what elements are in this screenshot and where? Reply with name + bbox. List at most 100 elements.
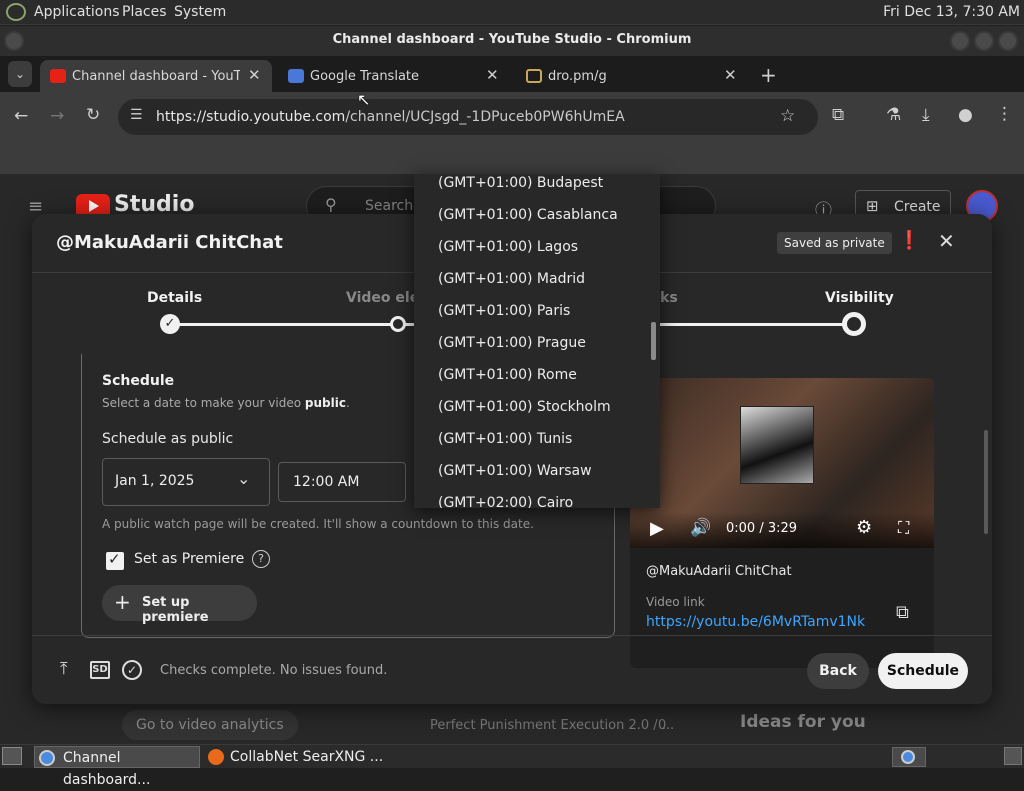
schedule-desc-bold: public [304, 396, 346, 410]
plus-icon: + [114, 590, 131, 614]
menu-places[interactable]: Places [122, 4, 167, 20]
schedule-heading: Schedule [102, 373, 175, 389]
checkmark-icon: ✓ [108, 550, 121, 568]
step-video-elements-dot[interactable] [390, 316, 406, 332]
bookmark-star-icon[interactable]: ☆ [780, 106, 795, 126]
site-info-icon[interactable]: ☰ [130, 107, 143, 123]
recent-video-title[interactable]: Perfect Punishment Execution 2.0 / ... [430, 718, 674, 733]
video-time: 0:00 / 3:29 [726, 521, 798, 536]
recent-video-count: 0 [658, 718, 667, 733]
translate-favicon-icon [288, 69, 304, 83]
close-tab-icon[interactable]: ✕ [248, 66, 261, 84]
tab-google-translate[interactable]: Google Translate ✕ [278, 60, 510, 92]
video-link[interactable]: https://youtu.be/6MvRTamv1Nk [646, 614, 865, 630]
profile-icon[interactable]: ● [958, 105, 973, 125]
chevron-down-icon: ⌄ [237, 469, 251, 488]
back-button[interactable]: Back [807, 653, 869, 689]
step-details-check-icon[interactable]: ✓ [160, 314, 180, 334]
url-text[interactable]: https://studio.youtube.com/channel/UCJsg… [156, 109, 625, 125]
step-visibility[interactable]: Visibility [825, 290, 894, 306]
feedback-icon[interactable]: ❗ [898, 230, 920, 251]
clock[interactable]: Fri Dec 13, 7:30 AM [883, 4, 1020, 20]
workspace-switcher[interactable] [892, 747, 926, 767]
minimize-icon[interactable] [950, 31, 970, 51]
schedule-note: A public watch page will be created. It'… [102, 517, 534, 531]
reload-icon[interactable]: ↻ [86, 105, 100, 125]
set-up-premiere-label: Set up premiere [142, 595, 209, 625]
schedule-button[interactable]: Schedule [878, 653, 968, 689]
date-select[interactable]: Jan 1, 2025 ⌄ [102, 458, 270, 506]
address-bar[interactable]: ☰ https://studio.youtube.com/channel/UCJ… [118, 99, 818, 135]
timezone-option[interactable]: (GMT+01:00) Lagos [438, 239, 578, 255]
timezone-option[interactable]: (GMT+01:00) Stockholm [438, 399, 611, 415]
task-channel-dashboard[interactable]: Channel dashboard... [34, 746, 200, 788]
timezone-option[interactable]: (GMT+01:00) Madrid [438, 271, 585, 287]
forward-arrow-icon[interactable]: → [50, 106, 64, 126]
tab-title: Google Translate [310, 69, 420, 84]
timezone-option[interactable]: (GMT+01:00) Rome [438, 367, 577, 383]
timezone-option[interactable]: (GMT+01:00) Paris [438, 303, 570, 319]
new-tab-icon[interactable]: + [760, 63, 777, 87]
timezone-dropdown[interactable]: (GMT+01:00) Budapest (GMT+01:00) Casabla… [414, 174, 660, 508]
set-up-premiere-button[interactable]: + Set up premiere [102, 585, 257, 625]
premiere-checkbox[interactable]: ✓ [106, 550, 124, 570]
labs-flask-icon[interactable]: ⚗ [886, 105, 901, 125]
close-tab-icon[interactable]: ✕ [486, 66, 499, 84]
video-analytics-link[interactable]: Go to video analytics [122, 710, 298, 740]
dropdown-scrollbar-thumb[interactable] [651, 322, 656, 360]
checks-complete-icon[interactable]: ✓ [122, 660, 142, 680]
timezone-option[interactable]: (GMT+01:00) Tunis [438, 431, 572, 447]
video-link-label: Video link [646, 595, 705, 609]
close-dialog-icon[interactable]: ✕ [938, 229, 955, 253]
show-desktop-icon[interactable] [2, 747, 22, 765]
play-icon[interactable]: ▶ [650, 518, 664, 539]
dashboard-bottom-strip: Go to video analytics Perfect Punishment… [0, 704, 1024, 744]
tab-title: Channel dashboard - YouTube Studio [72, 69, 240, 84]
task-collabnet-searxng[interactable]: CollabNet SearXNG ... [204, 746, 384, 768]
download-icon[interactable]: ⤓ [922, 105, 930, 125]
chromium-icon [901, 750, 915, 764]
applications-logo-icon[interactable] [6, 3, 26, 21]
settings-gear-icon[interactable]: ⚙ [856, 517, 872, 538]
dialog-scrollbar[interactable] [984, 430, 988, 534]
time-input[interactable]: 12:00 AM [278, 462, 406, 502]
fullscreen-icon[interactable]: ⛶ [898, 518, 909, 538]
timezone-option[interactable]: (GMT+01:00) Prague [438, 335, 586, 351]
step-details[interactable]: Details [147, 290, 202, 306]
browser-menu-icon[interactable]: ⋮ [996, 104, 1013, 124]
top-panel: Applications Places System Fri Dec 13, 7… [0, 0, 1024, 25]
extensions-icon[interactable]: ⧉ [832, 105, 844, 125]
video-channel-name: @MakuAdarii ChitChat [646, 564, 792, 579]
window-menu-icon[interactable] [4, 31, 24, 51]
menu-applications[interactable]: Applications [34, 4, 120, 20]
checks-status: Checks complete. No issues found. [160, 663, 388, 678]
tab-search-chevron-icon[interactable]: ⌄ [8, 61, 32, 87]
premiere-help-icon[interactable]: ? [252, 550, 270, 568]
back-arrow-icon[interactable]: ← [14, 106, 28, 126]
timezone-option[interactable]: (GMT+02:00) Cairo [438, 495, 573, 508]
timezone-option[interactable]: (GMT+01:00) Budapest [438, 175, 603, 191]
ideas-heading: Ideas for you [740, 712, 866, 732]
tab-dro-pm[interactable]: dro.pm/g ✕ [516, 60, 748, 92]
task-title: CollabNet SearXNG ... [230, 749, 384, 765]
schedule-desc-suffix: . [345, 396, 350, 410]
close-window-icon[interactable] [998, 31, 1018, 51]
folder-favicon-icon [526, 69, 542, 83]
upload-icon[interactable]: ⤒ [60, 659, 68, 679]
taskbar: Channel dashboard... CollabNet SearXNG .… [0, 744, 1024, 788]
premiere-label[interactable]: Set as Premiere [134, 551, 244, 567]
trash-icon[interactable] [1004, 747, 1022, 765]
close-tab-icon[interactable]: ✕ [724, 66, 737, 84]
youtube-favicon-icon [50, 69, 66, 83]
timezone-option[interactable]: (GMT+01:00) Warsaw [438, 463, 592, 479]
step-visibility-dot[interactable] [842, 312, 866, 336]
timezone-option[interactable]: (GMT+01:00) Casablanca [438, 207, 618, 223]
menu-system[interactable]: System [174, 4, 226, 20]
volume-icon[interactable]: 🔊 [690, 518, 711, 538]
maximize-icon[interactable] [974, 31, 994, 51]
tab-channel-dashboard[interactable]: Channel dashboard - YouTube Studio ✕ [40, 60, 272, 92]
sd-quality-icon[interactable]: SD [90, 661, 110, 679]
video-player[interactable]: ▶ 🔊 0:00 / 3:29 ⚙ ⛶ [630, 378, 934, 548]
copy-icon[interactable]: ⧉ [896, 602, 909, 623]
schedule-description: Select a date to make your video public. [102, 396, 350, 410]
